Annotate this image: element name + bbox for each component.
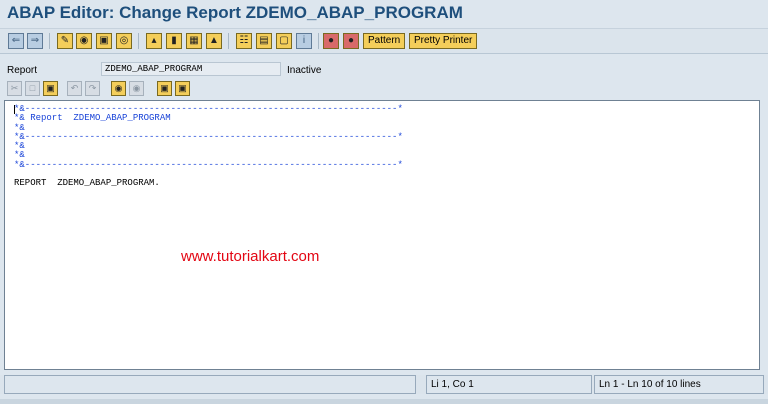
toolbar-separator bbox=[49, 33, 50, 49]
back-icon[interactable]: ⇐ bbox=[8, 33, 24, 49]
redo-icon[interactable]: ↷ bbox=[85, 81, 100, 96]
session-breakpoint-icon[interactable]: ● bbox=[343, 33, 359, 49]
report-status: Inactive bbox=[287, 65, 322, 76]
status-bar: Li 1, Co 1 Ln 1 - Ln 10 of 10 lines bbox=[0, 375, 768, 394]
display-change-icon[interactable]: ✎ bbox=[57, 33, 73, 49]
insert-icon[interactable]: ▣ bbox=[157, 81, 172, 96]
toolbar-separator bbox=[138, 33, 139, 49]
code-line[interactable]: REPORT ZDEMO_ABAP_PROGRAM. bbox=[14, 179, 403, 189]
object-list-icon[interactable]: ▲ bbox=[206, 33, 222, 49]
status-message-area bbox=[4, 375, 416, 394]
find-next-icon[interactable]: ◉ bbox=[129, 81, 144, 96]
code-line[interactable]: *&--------------------------------------… bbox=[14, 132, 403, 142]
where-used-icon[interactable]: ▦ bbox=[186, 33, 202, 49]
code-editor[interactable]: *&--------------------------------------… bbox=[4, 100, 760, 370]
cursor-position: Li 1, Co 1 bbox=[426, 375, 592, 394]
watermark-text: www.tutorialkart.com bbox=[181, 248, 320, 265]
code-line[interactable]: *&--------------------------------------… bbox=[14, 160, 403, 170]
info-icon[interactable]: i bbox=[296, 33, 312, 49]
toolbar-separator bbox=[318, 33, 319, 49]
line-range: Ln 1 - Ln 10 of 10 lines bbox=[594, 375, 764, 394]
forward-icon[interactable]: ⇒ bbox=[27, 33, 43, 49]
report-field-row: Report ZDEMO_ABAP_PROGRAM Inactive bbox=[0, 61, 768, 79]
window-bottom-edge bbox=[0, 399, 768, 404]
paste-icon[interactable]: ▣ bbox=[43, 81, 58, 96]
enhance-icon[interactable]: ▢ bbox=[276, 33, 292, 49]
undo-icon[interactable]: ↶ bbox=[67, 81, 82, 96]
toolbar-separator bbox=[228, 33, 229, 49]
breakpoint-icon[interactable]: ● bbox=[323, 33, 339, 49]
navigation-window-icon[interactable]: ☷ bbox=[236, 33, 252, 49]
report-name-field[interactable]: ZDEMO_ABAP_PROGRAM bbox=[101, 62, 281, 76]
pretty-printer-button[interactable]: Pretty Printer bbox=[409, 33, 478, 49]
activate-icon[interactable]: ▴ bbox=[146, 33, 162, 49]
other-object-icon[interactable]: ◉ bbox=[76, 33, 92, 49]
window-title: ABAP Editor: Change Report ZDEMO_ABAP_PR… bbox=[7, 3, 463, 22]
cut-icon[interactable]: ✂ bbox=[7, 81, 22, 96]
title-bar: ABAP Editor: Change Report ZDEMO_ABAP_PR… bbox=[0, 0, 768, 27]
check-icon[interactable]: ◎ bbox=[116, 33, 132, 49]
code-line[interactable]: *& bbox=[14, 141, 403, 151]
find-icon[interactable]: ◉ bbox=[111, 81, 126, 96]
application-toolbar: ⇐ ⇒ ✎ ◉ ▣ ◎ ▴ ▮ ▦ ▲ ☷ ▤ ▢ i ● ● Pattern … bbox=[0, 28, 768, 54]
copy-icon[interactable]: □ bbox=[25, 81, 40, 96]
active-inactive-icon[interactable]: ▣ bbox=[96, 33, 112, 49]
display-object-list-icon[interactable]: ▤ bbox=[256, 33, 272, 49]
delete-icon[interactable]: ▣ bbox=[175, 81, 190, 96]
code-lines[interactable]: *&--------------------------------------… bbox=[14, 104, 403, 189]
pattern-button[interactable]: Pattern bbox=[363, 33, 406, 49]
code-line[interactable]: *& Report ZDEMO_ABAP_PROGRAM bbox=[14, 113, 403, 123]
test-icon[interactable]: ▮ bbox=[166, 33, 182, 49]
editor-toolbar: ✂ □ ▣ ↶ ↷ ◉ ◉ ▣ ▣ bbox=[0, 80, 768, 98]
text-cursor bbox=[14, 105, 15, 114]
report-label: Report bbox=[7, 65, 38, 76]
